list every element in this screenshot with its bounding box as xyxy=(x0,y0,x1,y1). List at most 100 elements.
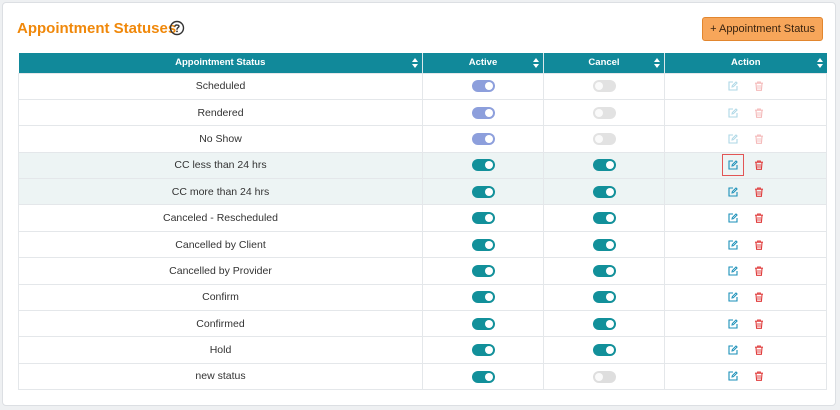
toggle-knob xyxy=(605,214,614,223)
cancel-cell xyxy=(543,125,665,153)
delete-icon[interactable] xyxy=(750,288,768,306)
cancel-cell xyxy=(543,362,665,391)
edit-icon[interactable] xyxy=(724,183,742,201)
cancel-toggle[interactable] xyxy=(592,317,616,330)
edit-icon[interactable] xyxy=(724,130,742,148)
toggle-knob xyxy=(594,135,603,144)
cancel-toggle[interactable] xyxy=(592,238,616,251)
cancel-cell xyxy=(543,204,665,232)
table-row: Hold xyxy=(18,336,827,364)
column-header-status[interactable]: Appointment Status xyxy=(18,53,423,73)
toggle-knob xyxy=(484,346,493,355)
cancel-toggle[interactable] xyxy=(592,159,616,172)
delete-icon[interactable] xyxy=(750,209,768,227)
delete-icon[interactable] xyxy=(750,315,768,333)
cancel-toggle[interactable] xyxy=(592,212,616,225)
cancel-toggle[interactable] xyxy=(592,344,616,357)
column-header-label: Action xyxy=(730,57,761,69)
active-toggle[interactable] xyxy=(471,80,495,93)
active-toggle[interactable] xyxy=(471,238,495,251)
card-header: Appointment Statuses + Appointment Statu… xyxy=(17,17,823,41)
active-toggle[interactable] xyxy=(471,344,495,357)
action-cell xyxy=(664,151,827,180)
add-appointment-status-button[interactable]: + Appointment Status xyxy=(702,17,823,41)
toggle-knob xyxy=(484,214,493,223)
delete-icon[interactable] xyxy=(750,130,768,148)
active-toggle[interactable] xyxy=(471,133,495,146)
delete-icon[interactable] xyxy=(750,104,768,122)
sort-icon[interactable] xyxy=(816,58,823,68)
edit-icon[interactable] xyxy=(724,104,742,122)
cancel-toggle[interactable] xyxy=(592,106,616,119)
cancel-toggle[interactable] xyxy=(592,185,616,198)
edit-icon[interactable] xyxy=(724,262,742,280)
delete-icon[interactable] xyxy=(750,183,768,201)
edit-icon[interactable] xyxy=(724,315,742,333)
active-cell xyxy=(422,310,544,338)
status-name: Cancelled by Client xyxy=(175,238,266,251)
delete-icon[interactable] xyxy=(750,262,768,280)
cancel-toggle[interactable] xyxy=(592,370,616,383)
cancel-toggle[interactable] xyxy=(592,133,616,146)
toggle-knob xyxy=(605,293,614,302)
table-row: Confirmed xyxy=(18,310,827,338)
status-cell: CC more than 24 hrs xyxy=(18,178,423,206)
action-cell xyxy=(664,98,827,127)
cancel-cell xyxy=(543,230,665,259)
active-toggle[interactable] xyxy=(471,291,495,304)
sort-icon[interactable] xyxy=(654,58,660,68)
cancel-toggle[interactable] xyxy=(592,265,616,278)
toggle-knob xyxy=(484,293,493,302)
status-name: Confirm xyxy=(202,291,239,304)
status-name: Hold xyxy=(209,344,232,357)
delete-icon[interactable] xyxy=(750,156,768,174)
action-group xyxy=(724,183,768,201)
edit-icon[interactable] xyxy=(724,367,742,385)
sort-icon[interactable] xyxy=(533,58,539,68)
active-toggle[interactable] xyxy=(471,212,495,225)
edit-icon[interactable] xyxy=(724,209,742,227)
active-toggle[interactable] xyxy=(471,265,495,278)
edit-icon[interactable] xyxy=(724,77,742,95)
action-cell xyxy=(664,336,827,364)
status-name: Scheduled xyxy=(195,80,246,93)
table-row: CC more than 24 hrs xyxy=(18,178,827,206)
delete-icon[interactable] xyxy=(750,236,768,254)
sort-icon[interactable] xyxy=(412,58,418,68)
column-header-action[interactable]: Action xyxy=(664,53,827,73)
column-header-cancel[interactable]: Cancel xyxy=(543,53,665,73)
active-toggle[interactable] xyxy=(471,370,495,383)
edit-icon[interactable] xyxy=(724,288,742,306)
active-toggle[interactable] xyxy=(471,317,495,330)
edit-icon[interactable] xyxy=(721,154,744,177)
edit-icon[interactable] xyxy=(724,236,742,254)
page-title: Appointment Statuses xyxy=(17,20,177,37)
cancel-toggle[interactable] xyxy=(592,291,616,304)
cancel-toggle[interactable] xyxy=(592,80,616,93)
active-toggle[interactable] xyxy=(471,106,495,119)
action-cell xyxy=(664,178,827,206)
delete-icon[interactable] xyxy=(750,77,768,95)
cancel-cell xyxy=(543,310,665,338)
delete-icon[interactable] xyxy=(750,367,768,385)
help-icon[interactable] xyxy=(169,20,185,36)
action-group xyxy=(724,236,768,254)
status-name: Canceled - Rescheduled xyxy=(163,212,278,225)
table-row: Rendered xyxy=(18,98,827,127)
toggle-knob xyxy=(484,319,493,328)
active-cell xyxy=(422,98,544,127)
active-toggle[interactable] xyxy=(471,159,495,172)
column-header-active[interactable]: Active xyxy=(422,53,544,73)
action-group xyxy=(724,367,768,385)
status-cell: Canceled - Rescheduled xyxy=(18,204,423,232)
cancel-cell xyxy=(543,257,665,285)
action-group xyxy=(724,104,768,122)
active-cell xyxy=(422,178,544,206)
active-toggle[interactable] xyxy=(471,185,495,198)
toggle-knob xyxy=(594,108,603,117)
toggle-knob xyxy=(484,82,493,91)
edit-icon[interactable] xyxy=(724,341,742,359)
action-group xyxy=(724,130,768,148)
toggle-knob xyxy=(605,319,614,328)
delete-icon[interactable] xyxy=(750,341,768,359)
